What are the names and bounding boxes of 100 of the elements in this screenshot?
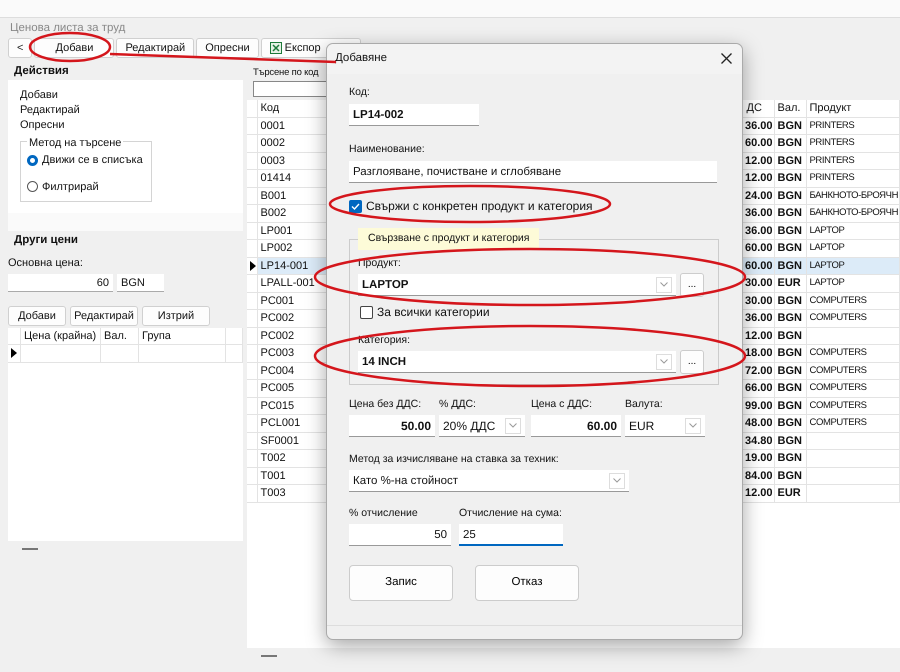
spreadsheet-icon — [270, 42, 282, 54]
table-cell: EUR — [774, 484, 806, 502]
grid-button[interactable]: Добави — [8, 306, 66, 326]
chevron-down-icon — [656, 276, 672, 292]
table-cell: BGN — [774, 397, 806, 415]
section-header: Други цени — [13, 233, 79, 248]
table-cell: LAPTOP — [806, 222, 900, 240]
browse-button[interactable]: ... — [680, 350, 704, 374]
table-cell: BGN — [774, 432, 806, 450]
window-title: Ценова листа за труд — [9, 21, 126, 36]
table-cell: BGN — [774, 292, 806, 310]
group-title: Метод на търсене — [27, 135, 124, 152]
table-cell: BGN — [774, 170, 806, 188]
checkmark-icon — [351, 202, 360, 210]
action-link[interactable]: Редактирай — [8, 103, 243, 118]
dropdown-field[interactable]: 20% ДДС — [439, 415, 525, 437]
field-label: % ДДС: — [439, 397, 477, 411]
dropdown-field[interactable]: EUR — [625, 415, 705, 437]
dropdown-field[interactable]: 14 INCH — [358, 351, 676, 373]
table-cell: EUR — [774, 274, 806, 292]
table-cell: BGN — [774, 257, 806, 275]
scroll-handle-icon[interactable] — [261, 655, 277, 658]
text-field[interactable]: Разглояване, почистване и сглобяване — [349, 161, 717, 183]
table-cell: BGN — [774, 344, 806, 362]
radio-option[interactable]: Филтрирай — [27, 178, 145, 195]
dialog-button[interactable]: Отказ — [475, 565, 579, 601]
table-cell: BGN — [774, 204, 806, 222]
table-cell: BGN — [774, 222, 806, 240]
group-title: Свързване с продукт и категория — [358, 228, 540, 250]
table-cell: PRINTERS — [806, 170, 900, 188]
table-cell: COMPUTERS — [806, 380, 900, 398]
table-cell: COMPUTERS — [806, 344, 900, 362]
text-field[interactable]: 50.00 — [349, 415, 435, 437]
field-label: Валута: — [625, 397, 664, 411]
table-cell: PRINTERS — [806, 152, 900, 170]
radio-option[interactable]: Движи се в списъка — [27, 152, 145, 168]
table-cell: BGN — [774, 467, 806, 485]
dialog-button[interactable]: Запис — [349, 565, 453, 601]
price-field[interactable]: 60 — [8, 274, 113, 292]
table-cell: БАНКНОТО-БРОЯЧН — [806, 187, 900, 205]
field-label: % отчисление — [349, 506, 419, 520]
field-label: Код: — [349, 85, 371, 99]
table-cell: BGN — [774, 362, 806, 380]
chevron-down-icon — [505, 418, 521, 434]
checkbox[interactable]: За всички категории — [360, 303, 710, 321]
action-link[interactable]: Добави — [8, 88, 243, 103]
chevron-down-icon — [609, 472, 625, 488]
table-cell: БАНКНОТО-БРОЯЧН — [806, 204, 900, 222]
table-cell: BGN — [774, 327, 806, 345]
table-cell: BGN — [774, 450, 806, 468]
field-label: Цена без ДДС: — [349, 397, 422, 411]
table-cell: COMPUTERS — [806, 362, 900, 380]
dropdown-field[interactable]: LAPTOP — [358, 274, 676, 296]
chevron-down-icon — [685, 418, 701, 434]
field-label: Метод за изчисляване на ставка за техник: — [349, 452, 560, 466]
table-cell: LAPTOP — [806, 257, 900, 275]
dropdown-field[interactable]: Като %-на стойност — [349, 470, 629, 492]
table-cell: COMPUTERS — [806, 310, 900, 328]
text-field[interactable]: 25 — [459, 524, 563, 546]
table-cell: BGN — [774, 152, 806, 170]
table-cell: LAPTOP — [806, 240, 900, 258]
field-label: Основна цена: — [8, 256, 84, 271]
toolbar-button[interactable]: Добави — [34, 38, 114, 58]
grid-button[interactable]: Изтрий — [142, 306, 210, 326]
row-pointer-icon — [11, 348, 17, 358]
toolbar-button[interactable]: < — [8, 38, 32, 58]
browse-button[interactable]: ... — [680, 273, 704, 297]
table-cell: BGN — [774, 117, 806, 135]
field-label: Отчисление на сума: — [459, 506, 563, 520]
table-cell: PRINTERS — [806, 134, 900, 152]
table-cell: BGN — [774, 134, 806, 152]
search-label: Търсене по код — [253, 66, 320, 80]
column-header: Вал. — [774, 100, 806, 118]
text-field[interactable]: LP14-002 — [349, 104, 479, 126]
table-cell: PRINTERS — [806, 117, 900, 135]
row-pointer-icon — [250, 260, 256, 271]
table-cell: BGN — [774, 187, 806, 205]
toolbar-button[interactable]: Опресни — [196, 38, 259, 58]
table-cell: LAPTOP — [806, 274, 900, 292]
field-label: Наименование: — [349, 142, 426, 156]
table-cell: COMPUTERS — [806, 397, 900, 415]
action-link[interactable]: Опресни — [8, 118, 243, 133]
field-label: Категория: — [358, 333, 412, 347]
grid-button[interactable]: Редактирай — [70, 306, 138, 326]
section-header: Действия — [13, 64, 70, 79]
column-header: Цена (крайна) — [20, 328, 100, 344]
table-cell: COMPUTERS — [806, 292, 900, 310]
text-field[interactable]: 50 — [349, 524, 451, 546]
table-cell: BGN — [774, 380, 806, 398]
column-header: Вал. — [100, 328, 138, 344]
table-cell: BGN — [774, 414, 806, 432]
currency-field[interactable]: BGN — [117, 274, 164, 292]
column-header: Продукт — [806, 100, 900, 118]
text-field[interactable]: 60.00 — [531, 415, 621, 437]
checkbox[interactable]: Свържи с конкретен продукт и категория — [349, 197, 742, 215]
field-label: Цена с ДДС: — [531, 397, 594, 411]
table-cell: COMPUTERS — [806, 414, 900, 432]
scroll-handle-icon[interactable] — [22, 548, 38, 550]
column-header: Група — [138, 328, 226, 344]
chevron-down-icon — [656, 354, 672, 370]
